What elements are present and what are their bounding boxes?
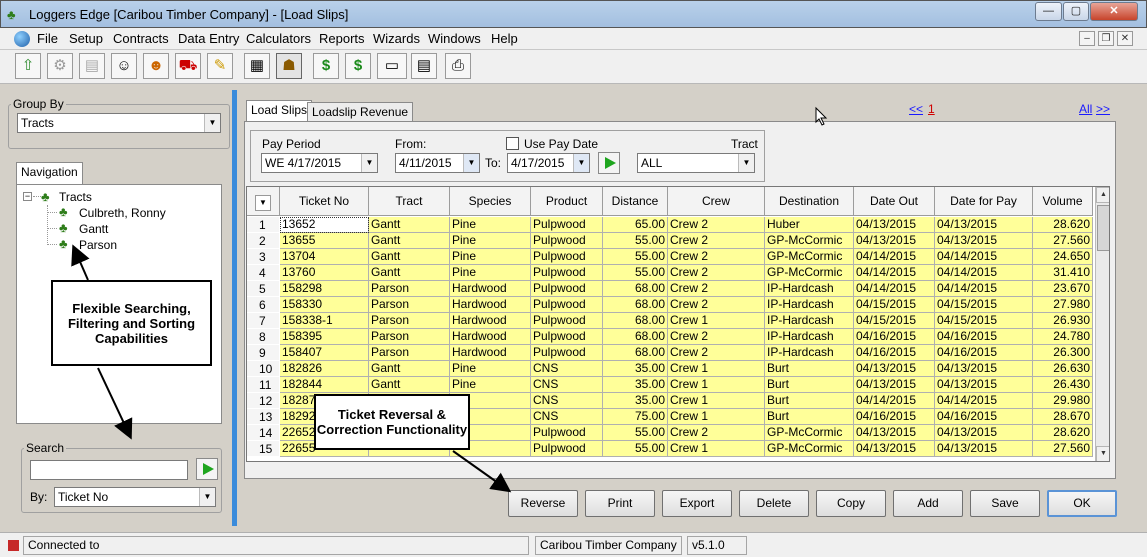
connection-status: Connected to C:\CaribouSoftwareData\Clie…: [23, 536, 529, 557]
arrow-to-reverse: [452, 450, 512, 493]
arrow-to-search: [97, 367, 133, 440]
version-status: v5.1.0: [687, 536, 747, 555]
mouse-cursor-icon: [815, 106, 828, 126]
callout-arrows: [71, 106, 828, 493]
company-status: Caribou Timber Company: [535, 536, 682, 555]
warning-icon: [8, 540, 19, 551]
status-bar: Connected to C:\CaribouSoftwareData\Clie…: [0, 532, 1147, 557]
arrow-to-tree: [71, 244, 90, 281]
